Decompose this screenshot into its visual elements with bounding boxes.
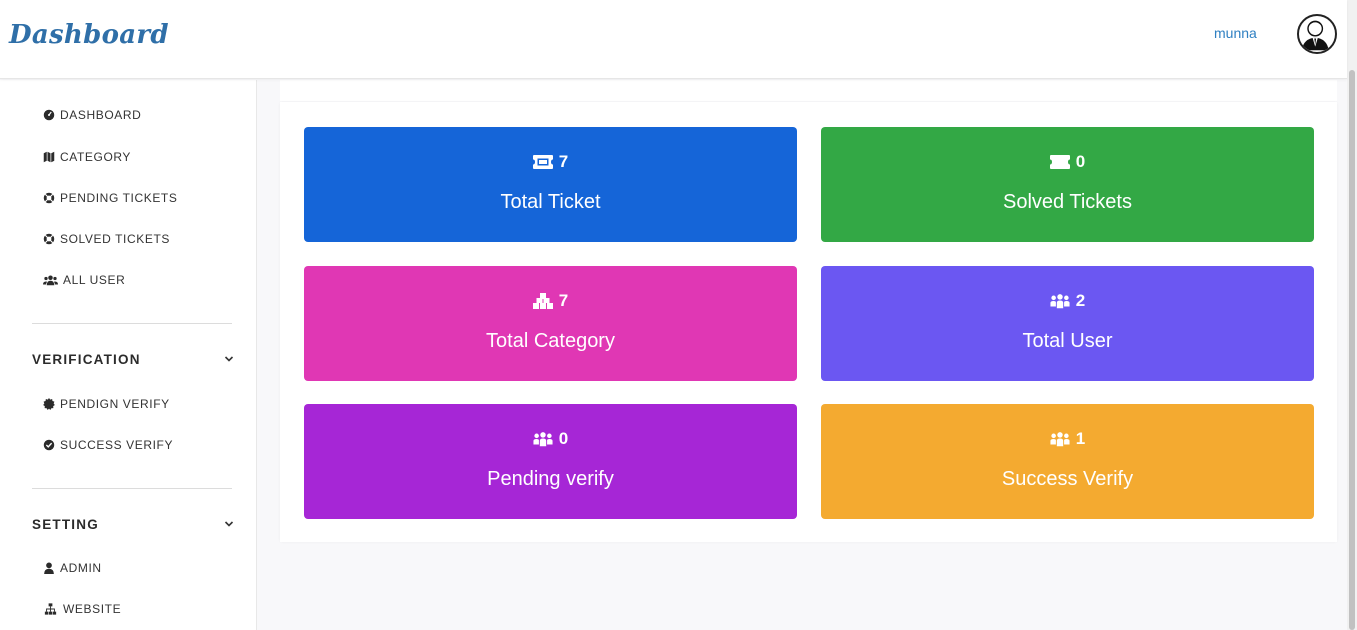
sidebar-item-dashboard[interactable]: DASHBOARD <box>41 105 141 125</box>
scrollbar-thumb[interactable] <box>1349 70 1355 630</box>
stat-count-row: 1 <box>821 429 1314 449</box>
stat-label: Total Category <box>486 330 615 352</box>
stat-card-success-verify[interactable]: 1 Success Verify <box>821 404 1314 519</box>
stat-count: 0 <box>558 429 569 448</box>
stat-card-total-ticket[interactable]: 7 Total Ticket <box>304 127 797 242</box>
stat-label: Total Ticket <box>500 191 601 213</box>
sidebar-item-label: ALL USER <box>63 273 126 287</box>
chevron-down-icon <box>224 521 234 527</box>
stat-count-row: 7 <box>304 152 797 172</box>
stat-label: Total User <box>1022 330 1113 352</box>
stat-count: 2 <box>1075 291 1086 310</box>
users-icon <box>1050 294 1070 309</box>
user-icon <box>41 561 56 575</box>
stat-count: 7 <box>558 291 569 310</box>
sidebar-item-success-verify[interactable]: SUCCESS VERIFY <box>41 435 173 455</box>
lifebuoy-icon <box>41 232 56 246</box>
stat-label: Solved Tickets <box>1003 191 1132 213</box>
stat-count: 7 <box>558 152 569 171</box>
sidebar-item-label: PENDING TICKETS <box>60 191 178 205</box>
username-link[interactable]: munna <box>1214 25 1257 41</box>
sidebar-item-website[interactable]: WEBSITE <box>41 599 121 619</box>
stat-count-row: 0 <box>304 429 797 449</box>
sidebar-item-category[interactable]: CATEGORY <box>41 147 131 167</box>
sidebar-divider <box>32 488 232 489</box>
sidebar-item-all-user[interactable]: ALL USER <box>41 270 125 290</box>
stat-count-row: 0 <box>821 152 1314 172</box>
section-title: VERIFICATION <box>32 351 141 367</box>
chevron-down-icon <box>224 356 234 362</box>
sidebar-item-label: SOLVED TICKETS <box>60 232 170 246</box>
sidebar-item-label: PENDIGN VERIFY <box>60 397 170 411</box>
stat-card-total-user[interactable]: 2 Total User <box>821 266 1314 381</box>
sidebar-item-label: WEBSITE <box>63 602 122 616</box>
certificate-icon <box>41 397 56 411</box>
ticket-icon <box>532 155 553 169</box>
section-title: SETTING <box>32 516 99 532</box>
sidebar-item-label: CATEGORY <box>60 150 132 164</box>
stat-card-total-category[interactable]: 7 Total Category <box>304 266 797 381</box>
users-icon <box>41 273 59 287</box>
users-icon <box>533 432 553 447</box>
sitemap-icon <box>41 602 59 616</box>
content-header-strip <box>280 80 1337 101</box>
sidebar: DASHBOARD CATEGORY PENDING TICKETS SOLVE… <box>0 80 257 630</box>
stat-label: Pending verify <box>487 468 614 490</box>
stat-card-solved-tickets[interactable]: 0 Solved Tickets <box>821 127 1314 242</box>
sidebar-item-label: ADMIN <box>60 561 102 575</box>
sidebar-item-pending-verify[interactable]: PENDIGN VERIFY <box>41 394 170 414</box>
sidebar-item-admin[interactable]: ADMIN <box>41 558 102 578</box>
sidebar-item-label: DASHBOARD <box>60 108 142 122</box>
stat-count: 1 <box>1075 429 1086 448</box>
sidebar-divider <box>32 323 232 324</box>
page-scrollbar[interactable] <box>1347 0 1357 630</box>
section-setting-toggle[interactable]: SETTING <box>32 514 234 534</box>
speedometer-icon <box>41 108 56 122</box>
top-bar: Dashboard munna <box>0 0 1347 79</box>
users-icon <box>1050 432 1070 447</box>
stat-count: 0 <box>1075 152 1086 171</box>
lifebuoy-icon <box>41 191 56 205</box>
avatar-person-icon <box>1301 20 1329 51</box>
ticket-solid-icon <box>1049 155 1070 169</box>
brand-title[interactable]: Dashboard <box>9 20 169 50</box>
section-verification-toggle[interactable]: VERIFICATION <box>32 349 234 369</box>
sidebar-item-label: SUCCESS VERIFY <box>60 438 174 452</box>
stat-count-row: 2 <box>821 291 1314 311</box>
user-avatar[interactable] <box>1297 14 1337 54</box>
map-icon <box>41 150 56 164</box>
check-circle-icon <box>41 438 56 452</box>
stat-card-pending-verify[interactable]: 0 Pending verify <box>304 404 797 519</box>
sidebar-item-solved-tickets[interactable]: SOLVED TICKETS <box>41 229 170 249</box>
cubes-icon <box>532 293 553 309</box>
sidebar-item-pending-tickets[interactable]: PENDING TICKETS <box>41 188 177 208</box>
stat-count-row: 7 <box>304 291 797 311</box>
stat-label: Success Verify <box>1001 468 1134 490</box>
